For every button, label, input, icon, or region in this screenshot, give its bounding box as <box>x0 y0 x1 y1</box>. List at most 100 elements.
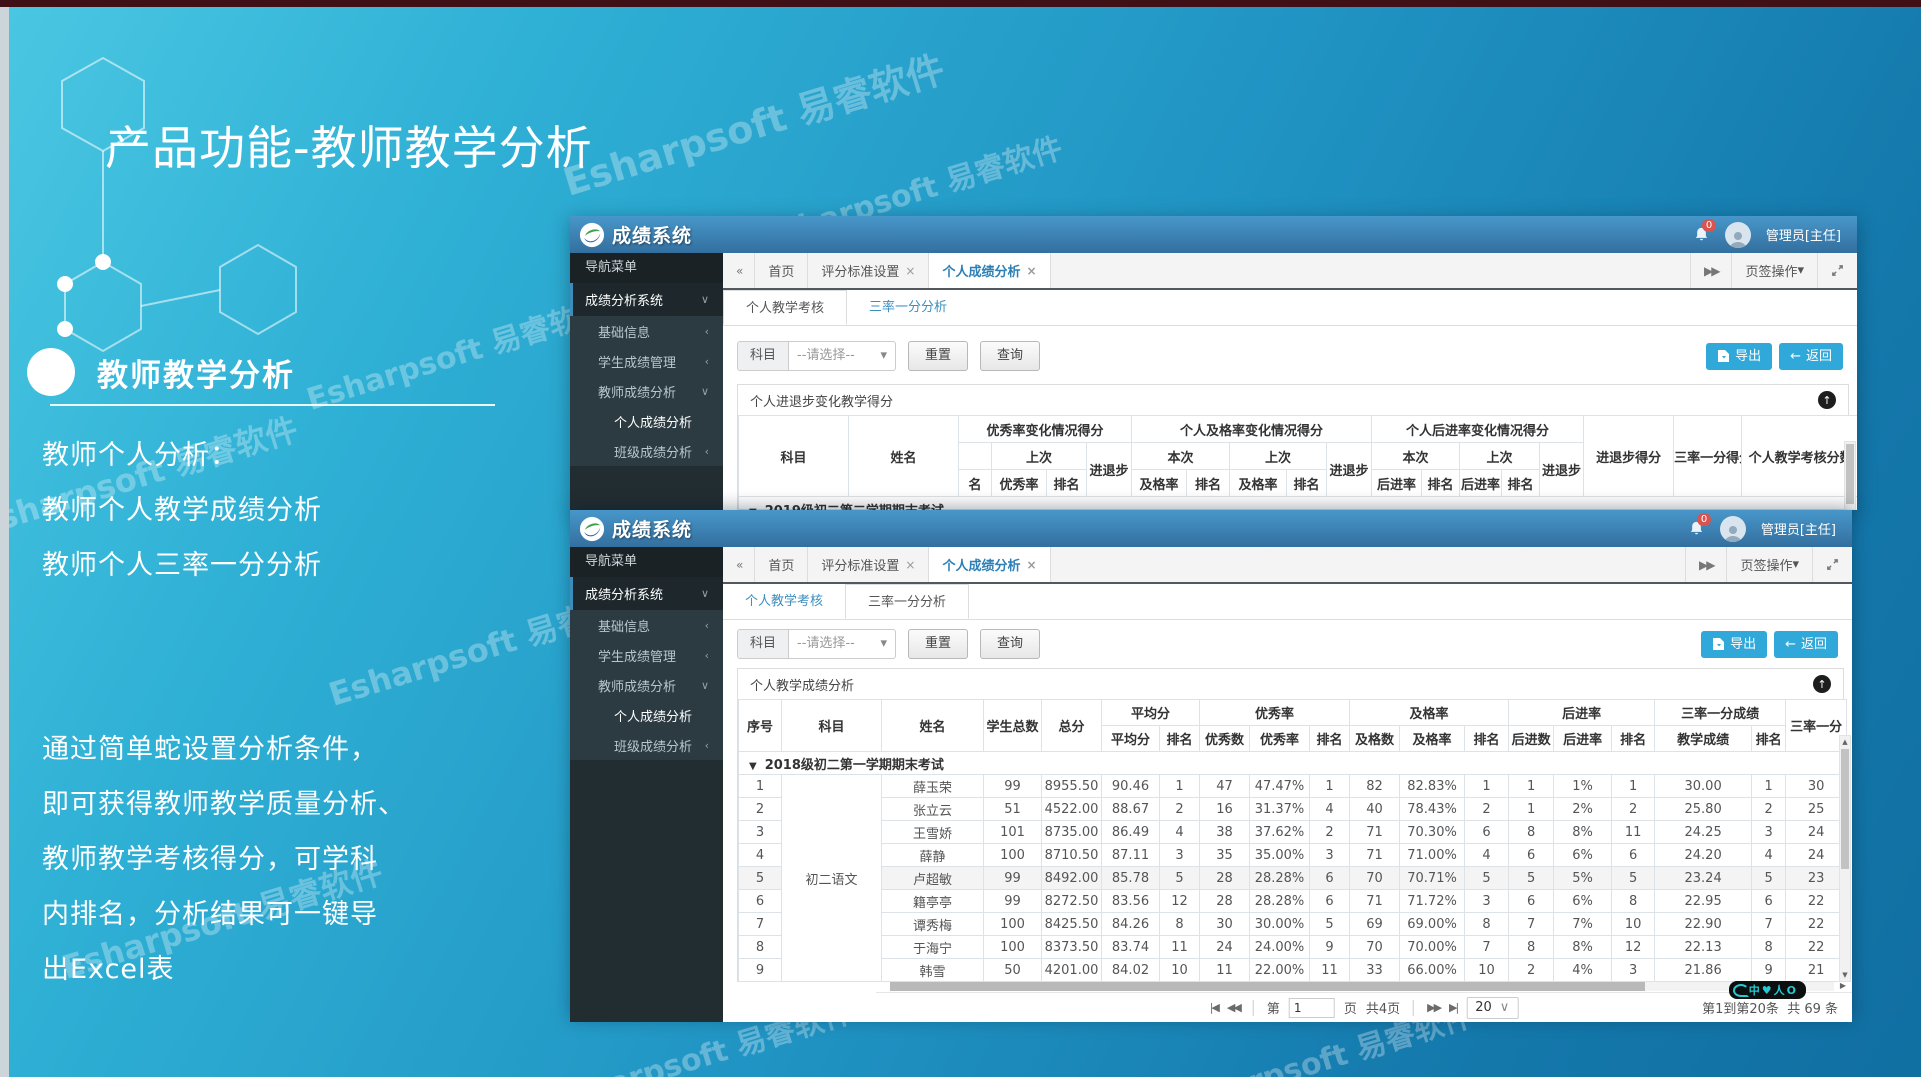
search-button[interactable]: 查询 <box>980 629 1040 659</box>
page-tabstrip: «首页评分标准设置×个人成绩分析× ▶▶页签操作 ▾ <box>723 547 1852 584</box>
export-icon <box>1717 349 1730 363</box>
exam-group-row[interactable]: ▼2019级初二第二学期期末考试 <box>739 497 1858 511</box>
next-page-button[interactable]: ▶▶ <box>1427 1001 1440 1014</box>
current-user-label[interactable]: 管理员[主任] <box>1761 519 1836 538</box>
column-header: 学生总数 <box>984 700 1042 752</box>
sidebar-item-基础信息[interactable]: 基础信息‹ <box>570 316 723 346</box>
subtab-个人教学考核[interactable]: 个人教学考核 <box>723 290 847 325</box>
cell-seq: 1 <box>739 775 782 798</box>
cell-value: 25 <box>1786 798 1847 821</box>
scrollbar-thumb[interactable] <box>1841 749 1849 869</box>
close-icon[interactable]: × <box>905 264 915 278</box>
fullscreen-icon[interactable] <box>1812 547 1852 582</box>
app-logo[interactable]: 成绩系统 <box>570 515 723 542</box>
close-icon[interactable]: × <box>1026 264 1036 278</box>
table-row[interactable]: 7谭秀梅1008425.5084.2683030.00%56969.00%877… <box>739 913 1847 936</box>
sidebar-item-教师成绩分析[interactable]: 教师成绩分析∨ <box>570 670 723 700</box>
table-row[interactable]: 5卢超敏998492.0085.7852828.28%67070.71%555%… <box>739 867 1847 890</box>
tab-个人成绩分析[interactable]: 个人成绩分析× <box>929 547 1050 582</box>
collapse-panel-icon[interactable]: ↑ <box>1813 675 1831 693</box>
notifications-bell-icon[interactable]: 0 <box>1693 226 1710 243</box>
tab-首页[interactable]: 首页 <box>755 253 808 288</box>
back-button[interactable]: ←返回 <box>1779 343 1843 370</box>
tab-首页[interactable]: 首页 <box>755 547 808 582</box>
user-avatar[interactable] <box>1725 222 1751 248</box>
sidebar-item-学生成绩管理[interactable]: 学生成绩管理‹ <box>570 346 723 376</box>
page-size-select[interactable]: 20∨ <box>1466 997 1518 1019</box>
app-logo[interactable]: 成绩系统 <box>570 221 723 248</box>
close-icon[interactable]: × <box>1026 558 1036 572</box>
table-row[interactable]: 3王雪娇1018735.0086.4943837.62%27170.30%688… <box>739 821 1847 844</box>
scrollbar-thumb[interactable] <box>890 982 1645 991</box>
vertical-scrollbar[interactable]: ▲ ▼ <box>1839 735 1851 982</box>
reset-button[interactable]: 重置 <box>908 341 968 371</box>
current-user-label[interactable]: 管理员[主任] <box>1766 225 1841 244</box>
exam-group-row[interactable]: ▼2018级初二第一学期期末考试 <box>739 752 1847 775</box>
subject-select[interactable]: --请选择--▾ <box>788 629 896 659</box>
table-row[interactable]: 2张立云514522.0088.6721631.37%44078.43%212%… <box>739 798 1847 821</box>
scroll-tabs-right-icon[interactable]: ▶▶ <box>1685 547 1726 582</box>
cell-value: 10 <box>1465 959 1509 982</box>
table-row[interactable]: 6籍亭亭998272.5083.56122828.28%67171.72%366… <box>739 890 1847 913</box>
cell-value: 王雪娇 <box>882 821 984 844</box>
score-analysis-table: 序号科目姓名学生总数总分平均分优秀率及格率后进率三率一分成绩三率一分平均分排名优… <box>738 699 1847 982</box>
notification-count-badge: 0 <box>1702 219 1716 232</box>
user-avatar[interactable] <box>1720 516 1746 542</box>
sidebar-item-教师成绩分析[interactable]: 教师成绩分析∨ <box>570 376 723 406</box>
pagination-bar: |◀ ◀◀ 第 页 共4页 ▶▶ ▶| 20∨ 第1到第20条 共 69 条 <box>876 992 1852 1022</box>
subject-select[interactable]: --请选择--▾ <box>788 341 896 371</box>
sidebar-title: 导航菜单 <box>570 547 723 577</box>
collapse-tabs-icon[interactable]: « <box>723 253 755 288</box>
table-row[interactable]: 8于海宁1008373.5083.74112424.00%97070.00%78… <box>739 936 1847 959</box>
sidebar-item-个人成绩分析[interactable]: 个人成绩分析 <box>570 406 723 436</box>
cell-value: 35.00% <box>1250 844 1310 867</box>
scroll-right-icon[interactable]: ▶ <box>1840 981 1846 990</box>
back-button[interactable]: ←返回 <box>1774 631 1838 658</box>
sidebar-item-基础信息[interactable]: 基础信息‹ <box>570 610 723 640</box>
fullscreen-icon[interactable] <box>1817 253 1857 288</box>
export-button[interactable]: 导出 <box>1701 631 1767 658</box>
cell-value: 6 <box>1465 821 1509 844</box>
cell-value: 99 <box>984 867 1042 890</box>
column-header: 本次 <box>1372 443 1460 470</box>
cell-value: 8% <box>1554 936 1612 959</box>
bullet-dot <box>27 348 75 396</box>
subtab-三率一分分析[interactable]: 三率一分分析 <box>845 584 969 619</box>
caret-down-icon: ▾ <box>880 630 887 658</box>
table-row[interactable]: 4薛静1008710.5087.1133535.00%37171.00%466%… <box>739 844 1847 867</box>
column-header: 上次 <box>1460 443 1540 470</box>
sidebar-item-个人成绩分析[interactable]: 个人成绩分析 <box>570 700 723 730</box>
cell-value: 1 <box>1160 775 1200 798</box>
sidebar-item-班级成绩分析[interactable]: 班级成绩分析‹ <box>570 730 723 760</box>
tab-评分标准设置[interactable]: 评分标准设置× <box>808 547 929 582</box>
export-button[interactable]: 导出 <box>1706 343 1772 370</box>
page-number-input[interactable] <box>1289 998 1335 1018</box>
scroll-up-icon[interactable]: ▲ <box>1840 738 1850 746</box>
prev-page-button[interactable]: ◀◀ <box>1227 1001 1240 1014</box>
sidebar-item-学生成绩管理[interactable]: 学生成绩管理‹ <box>570 640 723 670</box>
notifications-bell-icon[interactable]: 0 <box>1688 520 1705 537</box>
search-button[interactable]: 查询 <box>980 341 1040 371</box>
subtab-个人教学考核[interactable]: 个人教学考核 <box>723 584 845 619</box>
app-header: 成绩系统 0 管理员[主任] <box>570 216 1857 253</box>
horizontal-scrollbar[interactable]: ▶ <box>890 982 1834 991</box>
vertical-scrollbar[interactable] <box>1844 441 1856 510</box>
tab-个人成绩分析[interactable]: 个人成绩分析× <box>929 253 1050 288</box>
sidebar-item-score-analysis-system[interactable]: 成绩分析系统 ∨ <box>570 577 723 610</box>
tab-operations-menu[interactable]: 页签操作 ▾ <box>1726 547 1812 582</box>
collapse-panel-icon[interactable]: ↑ <box>1818 391 1836 409</box>
tab-operations-menu[interactable]: 页签操作 ▾ <box>1731 253 1817 288</box>
scroll-tabs-right-icon[interactable]: ▶▶ <box>1690 253 1731 288</box>
table-row[interactable]: 1初二语文薛玉荣998955.5090.4614747.47%18282.83%… <box>739 775 1847 798</box>
last-page-button[interactable]: ▶| <box>1449 1001 1457 1014</box>
table-row[interactable]: 9韩雪504201.0084.02101122.00%113366.00%102… <box>739 959 1847 982</box>
collapse-tabs-icon[interactable]: « <box>723 547 755 582</box>
sidebar-item-班级成绩分析[interactable]: 班级成绩分析‹ <box>570 436 723 466</box>
reset-button[interactable]: 重置 <box>908 629 968 659</box>
tab-评分标准设置[interactable]: 评分标准设置× <box>808 253 929 288</box>
first-page-button[interactable]: |◀ <box>1210 1001 1218 1014</box>
close-icon[interactable]: × <box>905 558 915 572</box>
scroll-down-icon[interactable]: ▼ <box>1840 971 1850 979</box>
sidebar-item-score-analysis-system[interactable]: 成绩分析系统 ∨ <box>570 283 723 316</box>
subtab-三率一分分析[interactable]: 三率一分分析 <box>847 290 969 325</box>
